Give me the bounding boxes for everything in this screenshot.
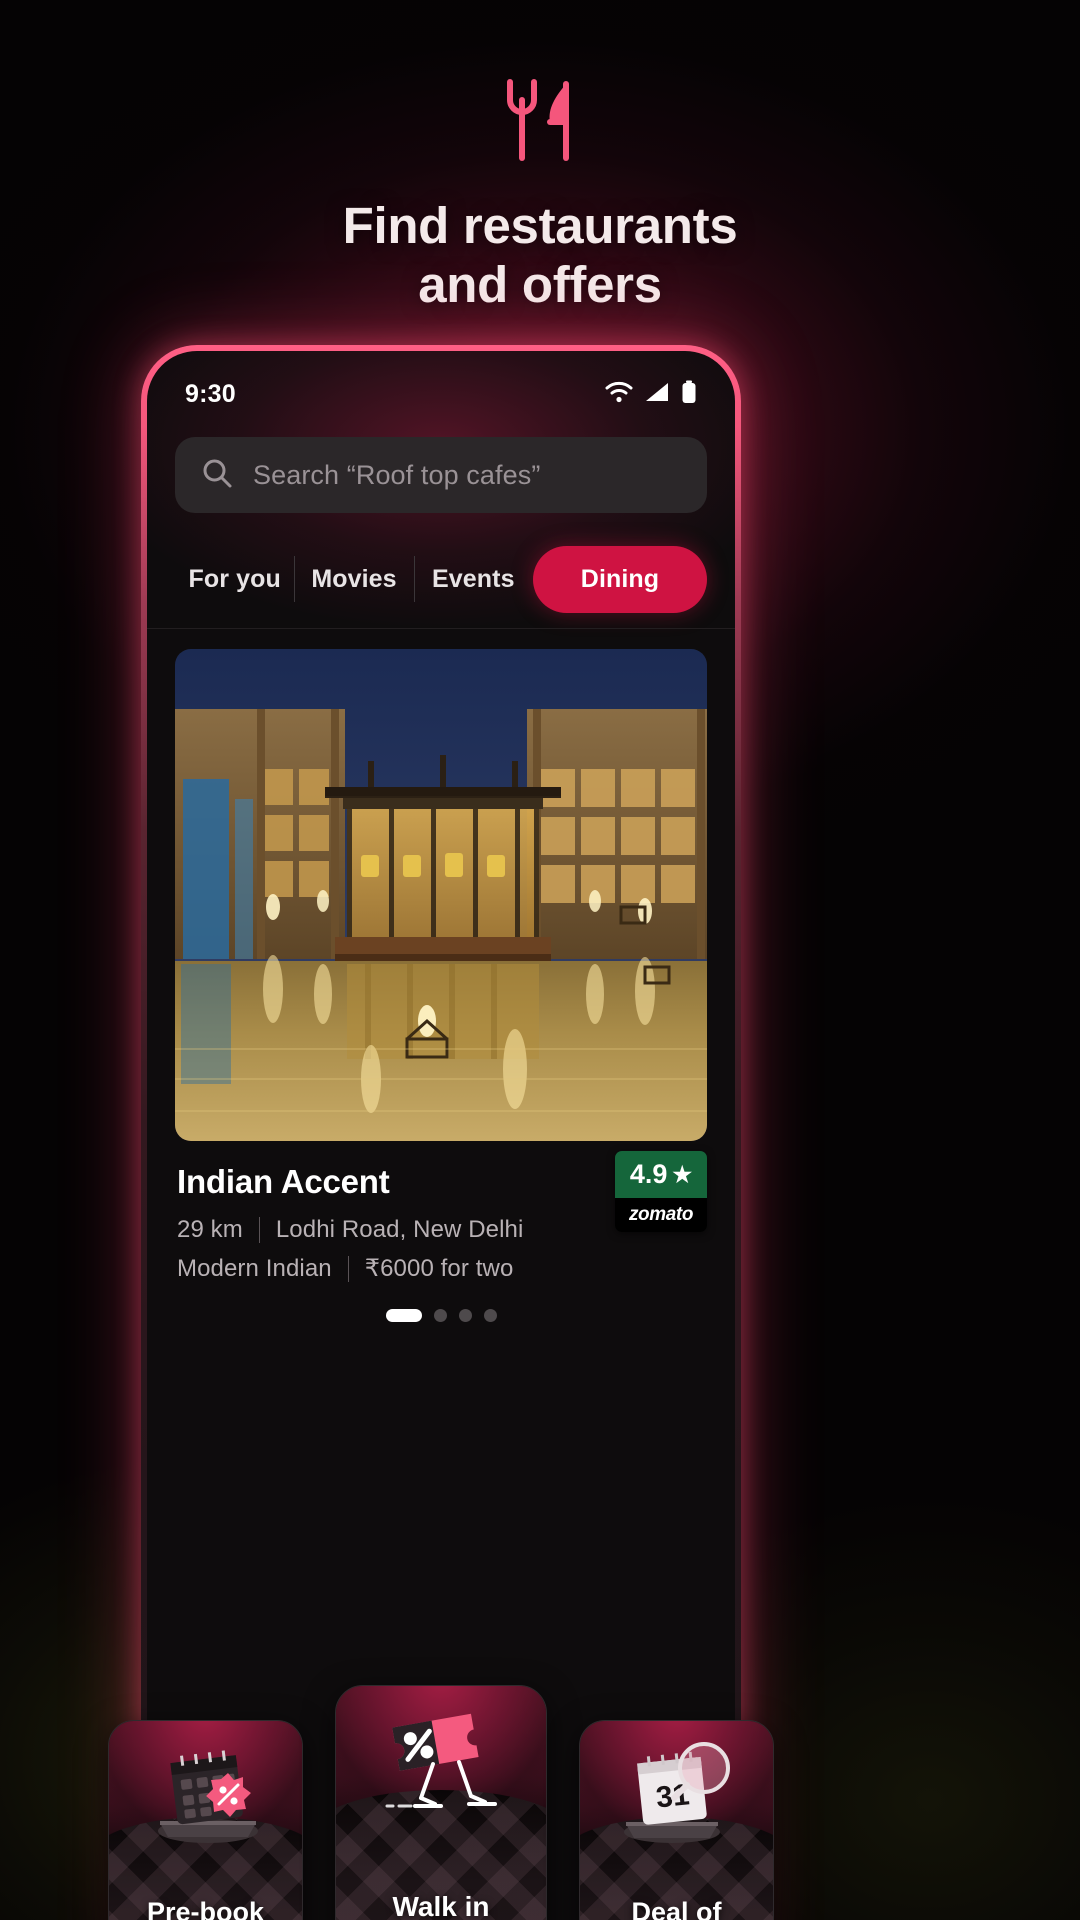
rating-value-row: 4.9 ★	[615, 1151, 707, 1198]
status-bar: 9:30	[147, 351, 735, 423]
offer-shortcut-row: Pre-book offers	[105, 1685, 777, 1920]
wifi-icon	[605, 381, 633, 408]
page-title: Find restaurants and offers	[0, 196, 1080, 314]
offer-card-pre-book[interactable]: Pre-book offers	[108, 1720, 303, 1920]
offer-card-label: Pre-book offers	[109, 1896, 302, 1920]
search-input[interactable]: Search “Roof top cafes”	[175, 437, 707, 513]
search-placeholder-text: Search “Roof top cafes”	[253, 459, 541, 490]
tab-for-you[interactable]: For you	[175, 565, 294, 594]
restaurant-card[interactable]: Indian Accent 29 km Lodhi Road, New Delh…	[147, 619, 735, 1322]
hero-title-line-1: Find restaurants	[342, 197, 738, 254]
calendar-discount-icon	[109, 1735, 302, 1855]
offer-card-deal-of-the-day[interactable]: 31 Deal of the day	[579, 1720, 774, 1920]
phone-mockup-frame: 9:30 Search “Roof top cafes” For you Mov…	[108, 345, 774, 1920]
carousel-pagination[interactable]	[175, 1309, 707, 1322]
battery-icon	[681, 380, 697, 409]
offer-card-label: Walk in offers	[336, 1890, 546, 1920]
category-tab-bar: For you Movies Events Dining	[147, 539, 735, 629]
offer-label-line-1: Pre-book	[146, 1897, 265, 1920]
restaurant-cuisine: Modern Indian	[177, 1254, 332, 1282]
cellular-signal-icon	[644, 381, 670, 408]
fork-knife-icon	[0, 78, 1080, 162]
meta-separator	[258, 1217, 260, 1243]
restaurant-info: Indian Accent 29 km Lodhi Road, New Delh…	[175, 1141, 707, 1283]
rating-value: 4.9	[629, 1159, 668, 1189]
restaurant-location: Lodhi Road, New Delhi	[275, 1216, 524, 1243]
offer-label-line-1: Walk in	[392, 1890, 490, 1920]
search-icon	[201, 457, 233, 494]
onboarding-screen: Find restaurants and offers 9:30 Search …	[0, 0, 1080, 1920]
pagination-dot-1[interactable]	[385, 1309, 422, 1322]
restaurant-meta-cuisine: Modern Indian ₹6000 for two	[177, 1254, 705, 1283]
tab-movies[interactable]: Movies	[294, 565, 413, 594]
walking-ticket-icon	[336, 1700, 546, 1820]
tab-events[interactable]: Events	[414, 565, 533, 594]
restaurant-price: ₹6000 for two	[364, 1255, 514, 1282]
pagination-dot-2[interactable]	[433, 1309, 447, 1322]
hero-title-line-2: and offers	[418, 256, 662, 314]
search-section: Search “Roof top cafes”	[147, 423, 735, 513]
restaurant-photo[interactable]	[175, 649, 707, 1141]
meta-separator	[347, 1255, 349, 1282]
status-bar-clock: 9:30	[185, 379, 236, 408]
hero-section: Find restaurants and offers	[0, 0, 1080, 314]
zomato-brand-label: zomato	[615, 1198, 707, 1232]
pagination-dot-4[interactable]	[483, 1309, 497, 1322]
calendar-magnifier-icon: 31	[580, 1735, 773, 1855]
offer-label-line-1: Deal of	[631, 1897, 722, 1920]
pagination-dot-3[interactable]	[458, 1309, 472, 1322]
restaurant-distance: 29 km	[177, 1216, 243, 1243]
status-bar-icons	[605, 380, 697, 409]
star-icon: ★	[672, 1161, 693, 1187]
offer-card-label: Deal of the day	[580, 1896, 773, 1920]
offer-card-walk-in[interactable]: Walk in offers	[335, 1685, 547, 1920]
status-badge: 4.9 ★ zomato	[615, 1151, 707, 1232]
tab-dining[interactable]: Dining	[532, 545, 707, 613]
